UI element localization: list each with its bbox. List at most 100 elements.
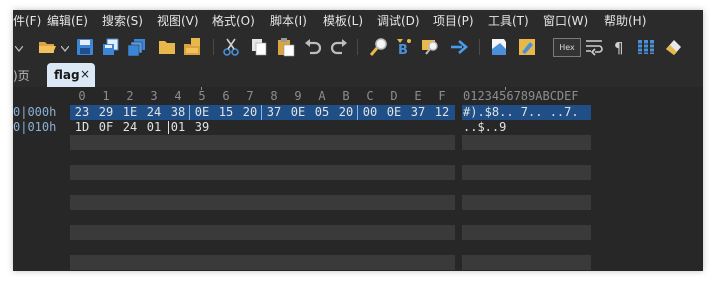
- menu-help[interactable]: 帮助(H): [604, 14, 646, 28]
- hex-byte[interactable]: 20: [334, 105, 358, 120]
- redo-icon[interactable]: [329, 37, 349, 57]
- column-header: A: [318, 89, 326, 103]
- undo-icon[interactable]: [303, 37, 323, 57]
- hex-byte[interactable]: 0F: [94, 120, 118, 135]
- menu-script[interactable]: 脚本(I): [270, 14, 307, 28]
- close-icon[interactable]: ×: [80, 67, 90, 81]
- byte-group-divider: [189, 105, 190, 120]
- wrap-icon[interactable]: [584, 37, 604, 57]
- hex-byte[interactable]: 12: [430, 105, 454, 120]
- tab-label: flag: [54, 68, 80, 82]
- app-window: 件(F) 编辑(E) 搜索(S) 视图(V) 格式(O) 脚本(I) 模板(L)…: [13, 10, 703, 271]
- hex-byte[interactable]: 0E: [286, 105, 310, 120]
- hex-byte[interactable]: 0E: [382, 105, 406, 120]
- hex-byte[interactable]: 29: [94, 105, 118, 120]
- new-file-dropdown-icon[interactable]: [15, 46, 23, 52]
- hex-byte[interactable]: 01: [142, 120, 166, 135]
- save-all-icon[interactable]: [127, 37, 147, 57]
- hex-byte[interactable]: 00: [358, 105, 382, 120]
- tab-previous[interactable]: )页: [13, 69, 30, 83]
- hex-byte[interactable]: 0E: [190, 105, 214, 120]
- column-header: 7: [246, 89, 254, 103]
- clear-icon[interactable]: [663, 37, 683, 57]
- hex-byte[interactable]: 24: [142, 105, 166, 120]
- hex-editor[interactable]: 0123456789ABCDEF 0123456789ABCDEF 0|000h…: [13, 87, 703, 271]
- empty-row-band: [70, 165, 455, 180]
- row-address: 0|010h: [13, 120, 57, 134]
- svg-text:¶: ¶: [614, 39, 624, 57]
- open-dropdown-icon[interactable]: [61, 46, 69, 52]
- byte-group-divider: [261, 105, 262, 120]
- column-header: 9: [294, 89, 302, 103]
- column-header: 1: [102, 89, 110, 103]
- column-header: D: [390, 89, 398, 103]
- bookmark-icon[interactable]: [489, 37, 509, 57]
- cut-icon[interactable]: [221, 37, 241, 57]
- hex-byte[interactable]: 37: [262, 105, 286, 120]
- hex-byte[interactable]: 24: [118, 120, 142, 135]
- empty-row-band: [462, 255, 591, 270]
- hex-byte[interactable]: 20: [238, 105, 262, 120]
- column-header: B: [342, 89, 350, 103]
- menu-edit[interactable]: 编辑(E): [47, 14, 88, 28]
- column-header: E: [414, 89, 422, 103]
- menu-file[interactable]: 件(F): [13, 14, 41, 28]
- columns-icon[interactable]: [636, 37, 656, 57]
- hex-byte[interactable]: 37: [406, 105, 430, 120]
- ascii-column-header: 0123456789ABCDEF: [463, 89, 579, 103]
- menu-format[interactable]: 格式(O): [212, 14, 255, 28]
- open-workspace-icon[interactable]: [183, 37, 203, 57]
- header-tick: [201, 87, 202, 90]
- tab-bar: )页 flag ×: [13, 62, 703, 87]
- empty-row-band: [462, 225, 591, 240]
- menu-window[interactable]: 窗口(W): [543, 14, 588, 28]
- hex-byte[interactable]: 39: [190, 120, 214, 135]
- toolbar-separator: [213, 39, 214, 55]
- show-whitespace-icon[interactable]: ¶: [610, 37, 630, 57]
- column-header: F: [438, 89, 446, 103]
- column-header: 6: [222, 89, 230, 103]
- menu-view[interactable]: 视图(V): [157, 14, 199, 28]
- hex-byte[interactable]: 01: [166, 120, 190, 135]
- column-header: 0: [78, 89, 86, 103]
- hex-byte[interactable]: 15: [214, 105, 238, 120]
- ascii-row[interactable]: ..$..9: [463, 120, 506, 135]
- hex-byte[interactable]: 38: [166, 105, 190, 120]
- find-icon[interactable]: [369, 37, 389, 57]
- empty-row-band: [462, 195, 591, 210]
- save-as-icon[interactable]: [101, 37, 121, 57]
- menu-bar: 件(F) 编辑(E) 搜索(S) 视图(V) 格式(O) 脚本(I) 模板(L)…: [13, 10, 703, 32]
- hex-byte[interactable]: 05: [310, 105, 334, 120]
- menu-project[interactable]: 项目(P): [433, 14, 474, 28]
- tab-flag[interactable]: flag ×: [47, 63, 95, 87]
- empty-row-band: [70, 225, 455, 240]
- ascii-row[interactable]: #).$8.. 7.. ..7.: [463, 105, 579, 120]
- open-folder-icon[interactable]: [37, 37, 57, 57]
- save-icon[interactable]: [75, 37, 95, 57]
- menu-debug[interactable]: 调试(D): [377, 14, 420, 28]
- column-header: 3: [150, 89, 158, 103]
- find-in-files-icon[interactable]: [421, 37, 441, 57]
- byte-group-divider: [357, 105, 358, 120]
- column-header: 8: [270, 89, 278, 103]
- goto-icon[interactable]: [449, 37, 469, 57]
- replace-icon[interactable]: B: [395, 37, 415, 57]
- menu-tools[interactable]: 工具(T): [488, 14, 529, 28]
- svg-text:B: B: [398, 43, 408, 57]
- paste-icon[interactable]: [276, 37, 296, 57]
- toolbar-separator: [479, 39, 480, 55]
- column-header: 2: [126, 89, 134, 103]
- hex-byte[interactable]: 1E: [118, 105, 142, 120]
- empty-row-band: [462, 135, 591, 150]
- copy-icon[interactable]: [249, 37, 269, 57]
- highlight-icon[interactable]: [517, 37, 537, 57]
- column-header: 5: [198, 89, 206, 103]
- toolbar-separator: [357, 39, 358, 55]
- hex-byte[interactable]: 1D: [70, 120, 94, 135]
- menu-search[interactable]: 搜索(S): [102, 14, 143, 28]
- hex-byte[interactable]: 23: [70, 105, 94, 120]
- folder-icon[interactable]: [157, 37, 177, 57]
- menu-template[interactable]: 模板(L): [323, 14, 363, 28]
- text-cursor: [168, 121, 169, 134]
- hex-mode-toggle[interactable]: Hex: [553, 38, 581, 57]
